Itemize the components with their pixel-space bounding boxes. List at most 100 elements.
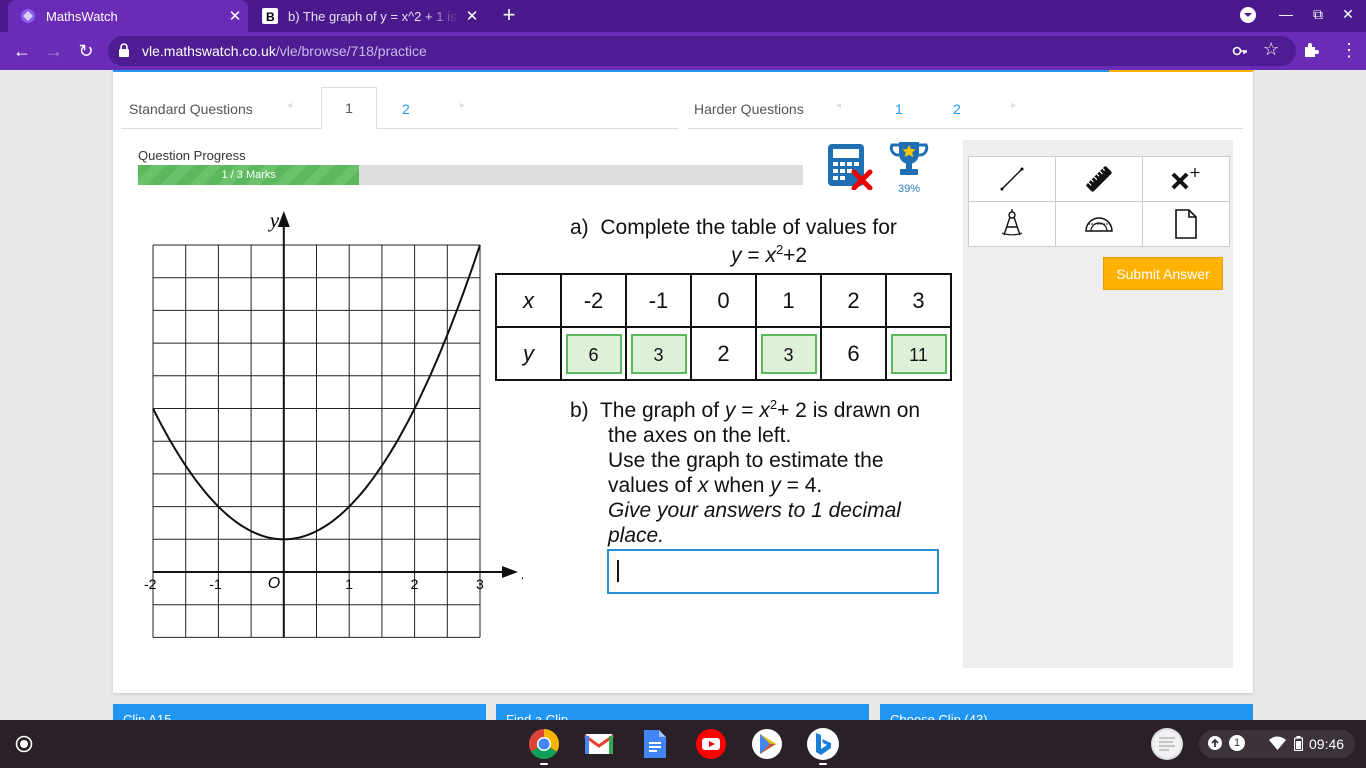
choose-clip-button[interactable]: Choose Clip (43) — [880, 704, 1253, 720]
x-tick-label: -2 — [144, 576, 157, 592]
answer-input[interactable] — [607, 549, 939, 594]
svg-text:B: B — [266, 10, 275, 24]
running-indicator — [540, 763, 548, 765]
tab-harder-2[interactable]: 2 — [953, 101, 961, 117]
question-progress-label: Question Progress — [138, 148, 246, 163]
bing-favicon-icon: B — [262, 8, 278, 24]
y-value-cell: 6 — [560, 326, 627, 381]
y-value-cell: 6 — [820, 326, 887, 381]
ruler-icon[interactable] — [1056, 157, 1143, 202]
protractor-icon[interactable] — [1056, 202, 1143, 247]
x-axis-label: x — [521, 560, 523, 584]
question-b-text: = 4. — [780, 474, 823, 497]
x-tick-label: 2 — [411, 576, 419, 592]
y-answer-box[interactable]: 3 — [760, 333, 817, 374]
bookmark-star-icon[interactable]: ☆ — [1263, 39, 1279, 60]
trophy-score: 39% — [888, 140, 930, 195]
menu-dots-icon[interactable]: ⋮ — [1340, 40, 1358, 61]
chrome-app-icon[interactable] — [528, 728, 560, 760]
clip-button[interactable]: Clip A15 — [113, 704, 486, 720]
chevron-right-icon[interactable]: ▸ — [460, 100, 465, 111]
y-header-cell: y — [495, 326, 562, 381]
y-value-cell: 2 — [690, 326, 757, 381]
y-answer-box[interactable]: 6 — [565, 333, 622, 374]
os-shelf: 1 09:46 — [0, 720, 1366, 768]
question-b-line: values of x when y = 4. — [570, 473, 970, 498]
close-tab-icon[interactable]: ✕ — [459, 7, 485, 25]
mathswatch-favicon-icon — [20, 8, 36, 24]
docs-app-icon[interactable] — [639, 728, 671, 760]
launcher-icon[interactable] — [12, 732, 36, 756]
text-cursor — [617, 560, 619, 582]
question-b-text: The graph of — [599, 399, 725, 422]
status-area[interactable]: 1 09:46 — [1199, 730, 1355, 758]
progress-fill: 1 / 3 Marks — [138, 165, 360, 185]
multiply-plus-icon[interactable] — [1143, 157, 1230, 202]
back-icon[interactable]: ← — [10, 39, 34, 63]
play-store-app-icon[interactable] — [751, 728, 783, 760]
tab-standard-1[interactable]: 1 — [321, 87, 377, 129]
submit-answer-button[interactable]: Submit Answer — [1103, 257, 1223, 290]
parabola-graph: y x O -2 -1 1 2 3 — [144, 208, 523, 638]
blank-page-icon[interactable] — [1143, 202, 1230, 247]
bing-app-icon[interactable] — [807, 728, 839, 760]
close-window-icon[interactable]: ✕ — [1338, 6, 1358, 23]
header-action-strip[interactable] — [1109, 70, 1253, 72]
maximize-icon[interactable]: ⧉ — [1308, 6, 1328, 23]
youtube-app-icon[interactable] — [695, 728, 727, 760]
trophy-percent: 39% — [897, 183, 921, 195]
browser-tab-strip: MathsWatch ✕ B b) The graph of y = x^2 +… — [0, 0, 1366, 32]
tab-harder-1[interactable]: 1 — [895, 101, 903, 117]
chevron-left-icon[interactable]: ◂ — [836, 100, 841, 111]
find-clip-button[interactable]: Find a Clip — [496, 704, 869, 720]
question-a-equation: y = x2+2 — [731, 242, 807, 268]
tab-question[interactable]: B b) The graph of y = x^2 + 1 is dra ✕ — [250, 0, 485, 32]
y-answer-box[interactable]: 3 — [630, 333, 687, 374]
tool-grid — [968, 156, 1230, 247]
line-tool-icon[interactable] — [969, 157, 1056, 202]
key-icon[interactable] — [1232, 43, 1248, 64]
y-axis-arrow-icon — [277, 211, 290, 227]
holding-space-icon[interactable] — [1151, 728, 1183, 760]
battery-icon — [1293, 736, 1304, 754]
y-axis-label: y — [268, 208, 280, 232]
question-b-line: the axes on the left. — [608, 424, 792, 447]
chevron-left-icon[interactable]: ◂ — [287, 100, 292, 111]
question-b-instruction: Give your answers to 1 decimal — [608, 499, 901, 522]
address-bar[interactable]: vle.mathswatch.co.uk/vle/browse/718/prac… — [108, 36, 1296, 66]
y-value-cell: 11 — [885, 326, 952, 381]
question-b-text: values of — [608, 474, 698, 497]
reload-icon[interactable]: ↻ — [74, 39, 98, 63]
question-a-text: Complete the table of values for — [600, 216, 897, 239]
question-b-text: when — [708, 474, 771, 497]
forward-icon[interactable]: → — [42, 39, 66, 63]
tab-mathswatch[interactable]: MathsWatch ✕ — [8, 0, 248, 32]
url-host: vle.mathswatch.co.uk — [142, 43, 276, 59]
origin-label: O — [268, 575, 280, 592]
tabs-underline — [121, 128, 678, 129]
harder-questions-label: Harder Questions — [694, 101, 804, 117]
question-b: b) The graph of y = x2+ 2 is drawn on th… — [570, 392, 970, 548]
question-b-var: x — [759, 399, 770, 422]
running-indicator — [819, 763, 827, 765]
question-b-line: Use the graph to estimate the — [608, 449, 884, 472]
close-tab-icon[interactable]: ✕ — [222, 7, 248, 25]
x-value-cell: 2 — [820, 273, 887, 328]
gmail-app-icon[interactable] — [583, 728, 615, 760]
table-row-x: x -2 -1 0 1 2 3 — [495, 273, 952, 328]
eq-y: y — [731, 244, 742, 267]
tab-search-icon[interactable] — [1238, 6, 1258, 27]
y-answer-box[interactable]: 11 — [890, 333, 947, 374]
extensions-icon[interactable] — [1302, 41, 1320, 64]
x-tick-label: 3 — [476, 576, 484, 592]
new-tab-icon[interactable]: + — [497, 4, 521, 28]
url-path: /vle/browse/718/practice — [275, 43, 427, 59]
table-row-y: y 6 3 2 3 6 11 — [495, 326, 952, 381]
practice-card: Standard Questions ◂ 1 2 ▸ Harder Questi… — [113, 70, 1253, 693]
question-a-prefix: a) — [570, 216, 589, 239]
tab-standard-2[interactable]: 2 — [402, 101, 410, 117]
chevron-right-icon[interactable]: ▸ — [1011, 100, 1016, 111]
compass-icon[interactable] — [969, 202, 1056, 247]
minimize-icon[interactable]: — — [1276, 6, 1296, 22]
x-tick-labels: -2 -1 1 2 3 — [144, 576, 484, 592]
